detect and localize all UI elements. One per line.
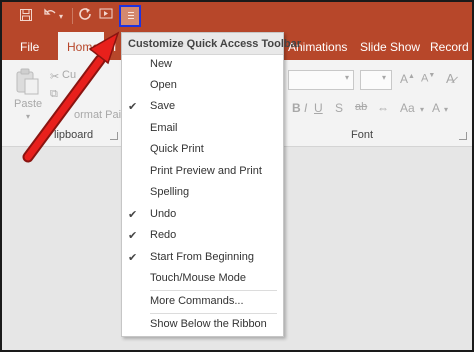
red-arrow-annotation	[22, 31, 120, 163]
powerpoint-window: ▾ File Home I Animations Slide Show Reco…	[2, 2, 472, 350]
